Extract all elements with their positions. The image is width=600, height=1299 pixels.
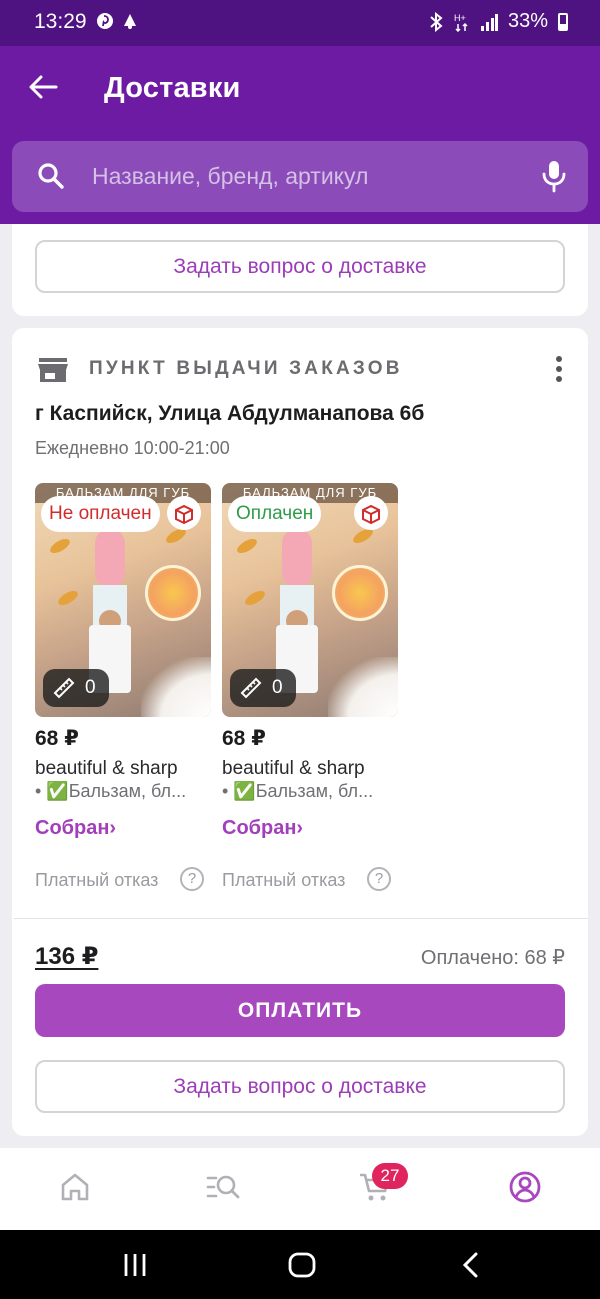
- status-bar: 13:29 H+ 33%: [0, 0, 600, 46]
- product-image[interactable]: БАЛЬЗАМ ДЛЯ ГУБ Оплачен 0: [222, 483, 398, 717]
- search-icon: [38, 163, 64, 189]
- leaf-decoration: [47, 536, 73, 556]
- pickup-hours: Ежедневно 10:00-21:00: [35, 438, 230, 458]
- milk-splash: [328, 657, 398, 717]
- parcel-exchange-icon: [354, 496, 388, 530]
- microphone-icon[interactable]: [540, 159, 568, 193]
- product-image[interactable]: БАЛЬЗАМ ДЛЯ ГУБ Не оплачен 0: [35, 483, 211, 717]
- payment-status-badge: Оплачен: [228, 496, 322, 532]
- status-time: 13:29: [34, 10, 87, 33]
- search-input[interactable]: [92, 156, 522, 196]
- divider: [14, 918, 588, 919]
- order-status-link[interactable]: Собран›: [35, 817, 116, 840]
- flower-decoration: [332, 565, 388, 621]
- fitting-counter[interactable]: 0: [43, 669, 109, 707]
- profile-icon[interactable]: [508, 1170, 542, 1204]
- fitting-count: 0: [85, 677, 96, 698]
- product-name: • ✅Бальзам, бл...: [222, 781, 374, 801]
- product-price: 68 ₽: [222, 727, 266, 750]
- bluetooth-icon: [430, 11, 443, 32]
- leaf-decoration: [55, 588, 81, 608]
- back-button-icon[interactable]: [460, 1252, 480, 1278]
- ruler-icon: [53, 677, 75, 699]
- recent-apps-icon[interactable]: [122, 1252, 148, 1278]
- app-bar: Доставки: [0, 46, 600, 224]
- paid-amount: Оплачено: 68 ₽: [420, 947, 565, 969]
- svg-text:H+: H+: [454, 13, 466, 23]
- ruler-icon: [240, 677, 262, 699]
- flower-decoration: [145, 565, 201, 621]
- home-button-icon[interactable]: [288, 1252, 316, 1278]
- fitting-count: 0: [272, 677, 283, 698]
- status-right-icons: H+ 33%: [428, 10, 568, 33]
- parcel-exchange-icon: [167, 496, 201, 530]
- order-total[interactable]: 136 ₽: [35, 942, 98, 971]
- pickup-address: г Каспийск, Улица Абдулманапова 6б: [35, 402, 425, 425]
- ask-delivery-question-button[interactable]: Задать вопрос о доставке: [35, 240, 565, 293]
- milk-splash: [141, 657, 211, 717]
- pinterest-icon: [97, 13, 113, 29]
- pickup-point-label: ПУНКТ ВЫДАЧИ ЗАКАЗОВ: [89, 358, 403, 379]
- home-icon[interactable]: [58, 1170, 92, 1204]
- cart-count-badge: 27: [372, 1163, 408, 1189]
- battery-icon: [558, 12, 568, 31]
- store-icon: [38, 358, 68, 382]
- leaf-decoration: [234, 536, 260, 556]
- catalog-icon[interactable]: [206, 1170, 240, 1204]
- product-brand: beautiful & sharp: [222, 758, 365, 779]
- paid-refusal-label: Платный отказ: [35, 870, 159, 890]
- search-bar[interactable]: [12, 141, 588, 212]
- notification-icon: [124, 14, 136, 29]
- more-vertical-icon[interactable]: [552, 354, 566, 384]
- product-price: 68 ₽: [35, 727, 79, 750]
- battery-percent: 33%: [507, 10, 548, 32]
- help-icon[interactable]: ?: [180, 867, 204, 891]
- signal-icon: [480, 13, 498, 31]
- pay-button[interactable]: ОПЛАТИТЬ: [35, 984, 565, 1037]
- page-title: Доставки: [104, 72, 241, 104]
- product-name: • ✅Бальзам, бл...: [35, 781, 187, 801]
- status-left-icons: [96, 12, 138, 30]
- delivery-card: ПУНКТ ВЫДАЧИ ЗАКАЗОВ г Каспийск, Улица А…: [12, 328, 588, 1136]
- help-icon[interactable]: ?: [367, 867, 391, 891]
- previous-delivery-card: Задать вопрос о доставке: [12, 224, 588, 316]
- leaf-decoration: [242, 588, 268, 608]
- bottom-navigation: 27: [0, 1148, 600, 1230]
- payment-status-badge: Не оплачен: [41, 496, 160, 532]
- data-icon: H+: [454, 13, 468, 32]
- product-brand: beautiful & sharp: [35, 758, 178, 779]
- arrow-left-icon[interactable]: [26, 70, 60, 104]
- order-status-link[interactable]: Собран›: [222, 817, 303, 840]
- ask-delivery-question-button[interactable]: Задать вопрос о доставке: [35, 1060, 565, 1113]
- system-navigation-bar: [0, 1230, 600, 1299]
- fitting-counter[interactable]: 0: [230, 669, 296, 707]
- paid-refusal-label: Платный отказ: [222, 870, 346, 890]
